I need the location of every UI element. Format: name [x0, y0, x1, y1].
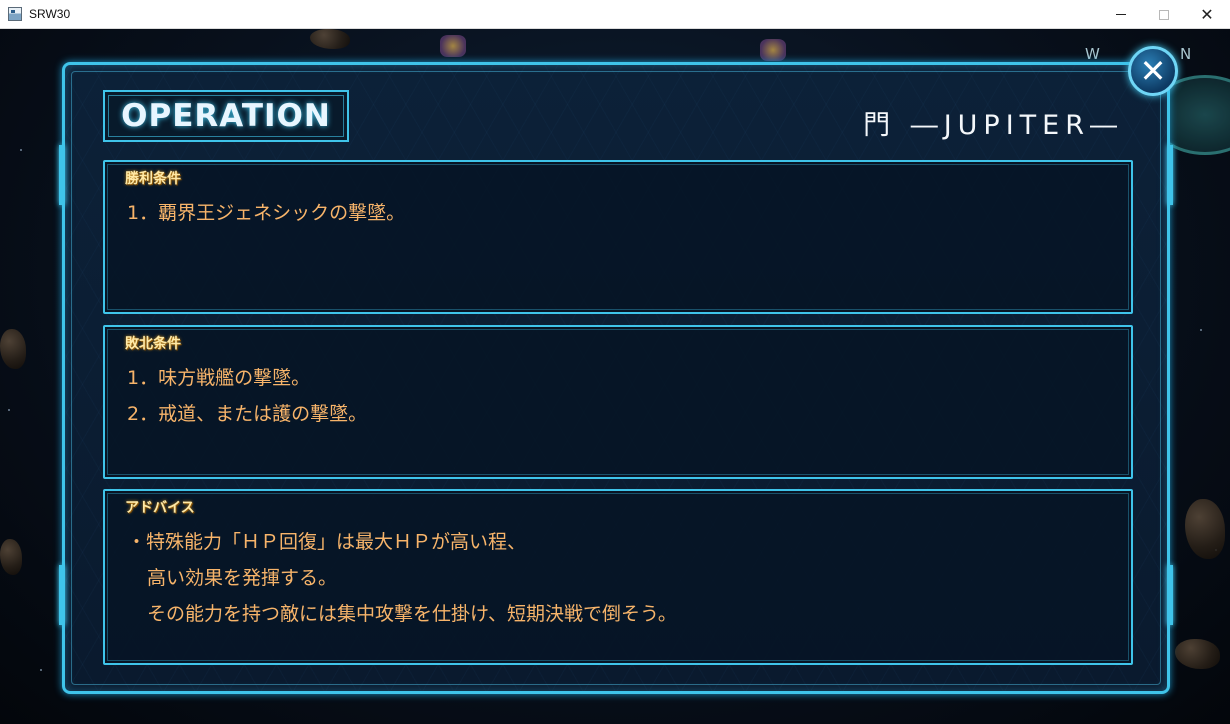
unit-sprite: [760, 39, 786, 61]
background-star: [40, 669, 42, 671]
frame-decoration: [1167, 145, 1173, 205]
operation-heading-box: OPERATION: [103, 90, 349, 142]
compass-west-label: W: [1085, 45, 1100, 63]
advice-line: 高い効果を発揮する。: [147, 567, 338, 589]
defeat-conditions-section: 敗北条件 1．味方戦艦の撃墜。 2．戒道、または護の撃墜。: [103, 325, 1133, 479]
background-star: [20, 149, 22, 151]
app-icon: [8, 7, 22, 21]
defeat-conditions-label: 敗北条件: [125, 336, 181, 352]
compass-north-label: N: [1180, 45, 1192, 63]
advice-section: アドバイス ・特殊能力「ＨＰ回復」は最大ＨＰが高い程、 高い効果を発揮する。 そ…: [103, 489, 1133, 665]
window-title: SRW30: [29, 7, 71, 21]
advice-line: その能力を持つ敵には集中攻撃を仕掛け、短期決戦で倒そう。: [147, 603, 677, 625]
frame-decoration: [1167, 565, 1173, 625]
victory-conditions-label: 勝利条件: [125, 171, 181, 187]
defeat-condition-line: 1．味方戦艦の撃墜。: [127, 367, 311, 389]
maximize-icon: [1159, 9, 1169, 20]
minimize-icon: [1116, 14, 1126, 15]
asteroid: [0, 329, 26, 369]
asteroid: [0, 539, 22, 575]
victory-condition-line: 1．覇界王ジェネシックの撃墜。: [127, 202, 406, 224]
minimize-button[interactable]: [1098, 0, 1144, 29]
asteroid: [1185, 499, 1225, 559]
background-star: [8, 409, 10, 411]
background-star: [1200, 329, 1202, 331]
asteroid: [1175, 639, 1220, 669]
unit-sprite: [440, 35, 466, 57]
victory-conditions-section: 勝利条件 1．覇界王ジェネシックの撃墜。: [103, 160, 1133, 314]
close-icon: ✕: [1139, 52, 1167, 90]
game-viewport: W N OPERATION 門 ―JUPITER― 勝利条件 1．覇界王ジェネシ…: [0, 29, 1230, 724]
close-panel-button[interactable]: ✕: [1128, 46, 1178, 96]
defeat-condition-line: 2．戒道、または護の撃墜。: [127, 403, 368, 425]
maximize-button[interactable]: [1141, 0, 1187, 29]
operation-panel: OPERATION 門 ―JUPITER― 勝利条件 1．覇界王ジェネシックの撃…: [59, 62, 1173, 694]
frame-decoration: [59, 145, 65, 205]
window-titlebar: SRW30 ✕: [0, 0, 1230, 29]
close-icon: ✕: [1200, 5, 1214, 24]
asteroid: [310, 29, 350, 49]
stage-name: 門 ―JUPITER―: [863, 110, 1123, 141]
advice-label: アドバイス: [125, 500, 195, 516]
operation-heading: OPERATION: [121, 98, 331, 134]
window-close-button[interactable]: ✕: [1184, 0, 1230, 29]
advice-line: ・特殊能力「ＨＰ回復」は最大ＨＰが高い程、: [127, 531, 527, 553]
frame-decoration: [59, 565, 65, 625]
